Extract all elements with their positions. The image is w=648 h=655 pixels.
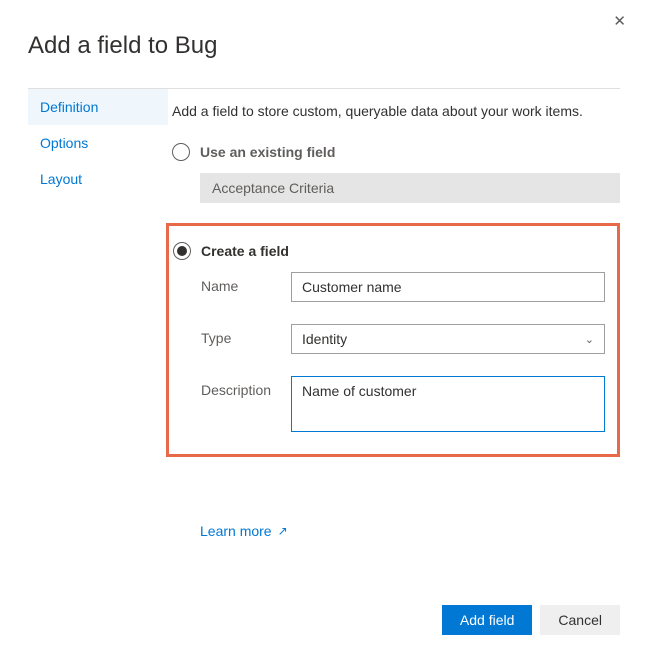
intro-text: Add a field to store custom, queryable d… (172, 103, 620, 119)
close-button[interactable]: ✕ (613, 14, 626, 29)
sidebar-item-label: Layout (40, 171, 82, 187)
description-input[interactable] (291, 376, 605, 432)
sidebar-item-definition[interactable]: Definition (28, 89, 168, 125)
radio-existing-field[interactable]: Use an existing field (172, 143, 620, 161)
field-row-description: Description (201, 376, 605, 432)
type-value: Identity (302, 331, 347, 347)
name-label: Name (201, 272, 291, 294)
dialog-title: Add a field to Bug (28, 32, 620, 60)
chevron-down-icon: ⌄ (585, 333, 594, 346)
radio-label: Create a field (201, 243, 289, 259)
sidebar-item-options[interactable]: Options (28, 125, 168, 161)
sidebar-item-label: Options (40, 135, 88, 151)
radio-create-field[interactable]: Create a field (173, 242, 605, 260)
create-field-section: Create a field Name Type Identity ⌄ Desc… (166, 223, 620, 457)
field-row-name: Name (201, 272, 605, 302)
learn-more-link[interactable]: Learn more ↗ (200, 523, 288, 539)
sidebar-item-layout[interactable]: Layout (28, 161, 168, 197)
sidebar-item-label: Definition (40, 99, 98, 115)
close-icon: ✕ (613, 13, 626, 30)
type-select[interactable]: Identity ⌄ (291, 324, 605, 354)
radio-label: Use an existing field (200, 144, 335, 160)
description-label: Description (201, 376, 291, 398)
existing-field-select: Acceptance Criteria (200, 173, 620, 203)
cancel-button[interactable]: Cancel (540, 605, 620, 635)
field-row-type: Type Identity ⌄ (201, 324, 605, 354)
sidebar: Definition Options Layout (28, 89, 168, 585)
type-label: Type (201, 324, 291, 346)
existing-field-value: Acceptance Criteria (212, 180, 334, 196)
radio-icon (172, 143, 190, 161)
dialog-footer: Add field Cancel (28, 585, 620, 635)
dialog-body: Definition Options Layout Add a field to… (28, 89, 620, 585)
learn-more-label: Learn more (200, 523, 272, 539)
name-input[interactable] (291, 272, 605, 302)
radio-icon (173, 242, 191, 260)
add-field-dialog: ✕ Add a field to Bug Definition Options … (0, 0, 648, 655)
content-pane: Add a field to store custom, queryable d… (168, 89, 620, 585)
add-field-button[interactable]: Add field (442, 605, 532, 635)
external-link-icon: ↗ (278, 524, 288, 538)
